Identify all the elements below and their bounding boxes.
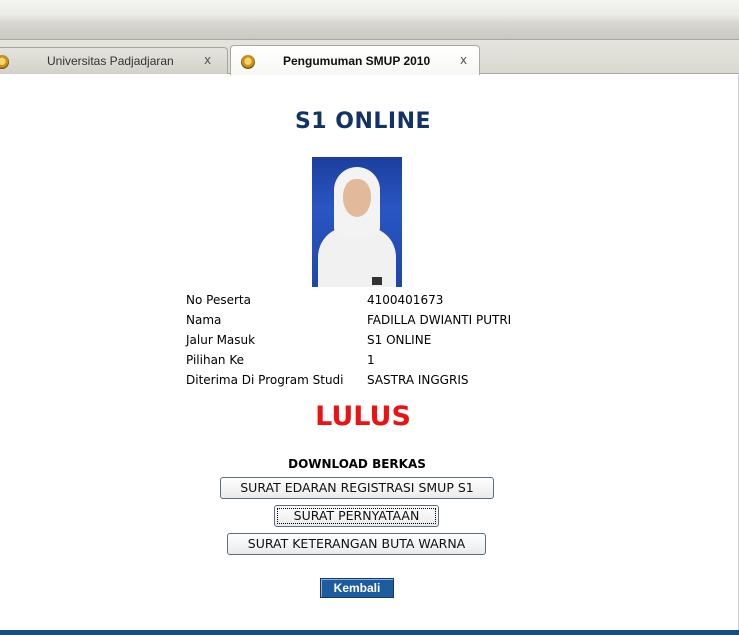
photo-badge [372,277,382,285]
status-result: LULUS [315,401,411,432]
info-value: SASTRA INGGRIS [367,373,469,387]
status-bar [0,630,739,635]
tab-pengumuman-smup[interactable]: Pengumuman SMUP 2010 x [230,45,480,75]
close-icon[interactable]: x [204,53,211,67]
browser-toolbar [0,0,739,40]
page-content: S1 ONLINE No Peserta 4100401673 Nama FAD… [0,75,739,630]
university-seal-icon [241,55,255,69]
surat-buta-warna-button[interactable]: SURAT KETERANGAN BUTA WARNA [227,533,486,555]
participant-photo [312,157,402,287]
university-seal-icon [0,55,9,69]
info-label: No Peserta [186,293,251,307]
info-value: S1 ONLINE [367,333,432,347]
page-title: S1 ONLINE [294,109,432,134]
tab-universitas-padjadjaran[interactable]: Universitas Padjadjaran x [0,47,228,74]
info-label: Nama [186,313,222,327]
info-label: Diterima Di Program Studi [186,373,344,387]
tab-strip: Universitas Padjadjaran x Pengumuman SMU… [0,40,739,75]
back-button[interactable]: Kembali [320,578,394,598]
info-value: 1 [367,353,375,367]
surat-edaran-button[interactable]: SURAT EDARAN REGISTRASI SMUP S1 [220,477,494,499]
tab-label: Universitas Padjadjaran [47,54,174,68]
info-value: 4100401673 [367,293,444,307]
photo-face [343,179,371,217]
tab-label: Pengumuman SMUP 2010 [283,54,431,68]
surat-pernyataan-button[interactable]: SURAT PERNYATAAN [274,505,439,527]
info-label: Jalur Masuk [186,333,256,347]
info-value: FADILLA DWIANTI PUTRI [367,313,512,327]
info-label: Pilihan Ke [186,353,245,367]
close-icon[interactable]: x [460,53,467,67]
download-section-title: DOWNLOAD BERKAS [288,457,426,471]
